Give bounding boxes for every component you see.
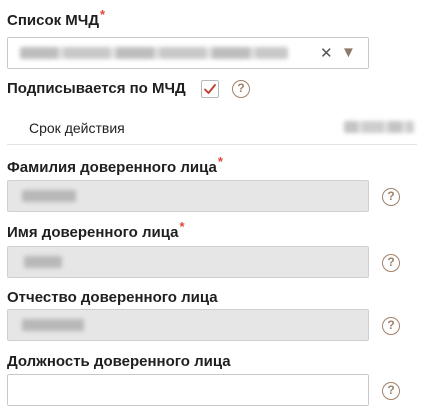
trustee-surname-value [22,190,76,202]
help-icon[interactable]: ? [382,317,400,335]
required-marker: * [179,219,185,234]
help-icon[interactable]: ? [382,254,400,272]
validity-value [344,121,414,133]
trustee-patronymic-field [7,309,369,341]
trustee-surname-label: Фамилия доверенного лица* [7,154,223,176]
required-marker: * [217,154,223,169]
signs-by-mchd-label: Подписывается по МЧД [7,80,186,97]
mchd-list-select[interactable]: ✕ ▼ [7,37,369,69]
help-icon[interactable]: ? [382,188,400,206]
trustee-name-field [7,246,369,278]
trustee-patronymic-label: Отчество доверенного лица [7,289,218,306]
trustee-name-label: Имя доверенного лица* [7,219,185,241]
divider [7,144,417,145]
required-marker: * [100,7,106,22]
chevron-down-icon[interactable]: ▼ [341,44,356,61]
trustee-patronymic-value [22,319,84,331]
trustee-surname-field [7,180,369,212]
trustee-name-value [24,256,62,268]
trustee-position-input[interactable] [7,374,369,406]
clear-icon[interactable]: ✕ [320,44,333,62]
help-icon[interactable]: ? [232,80,250,98]
mchd-list-label: Список МЧД* [7,7,106,29]
validity-label: Срок действия [29,120,125,136]
signs-by-mchd-checkbox[interactable] [201,80,219,98]
help-icon[interactable]: ? [382,382,400,400]
mchd-selected-value [20,47,288,59]
trustee-position-label: Должность доверенного лица [7,353,231,370]
check-icon [204,84,216,94]
